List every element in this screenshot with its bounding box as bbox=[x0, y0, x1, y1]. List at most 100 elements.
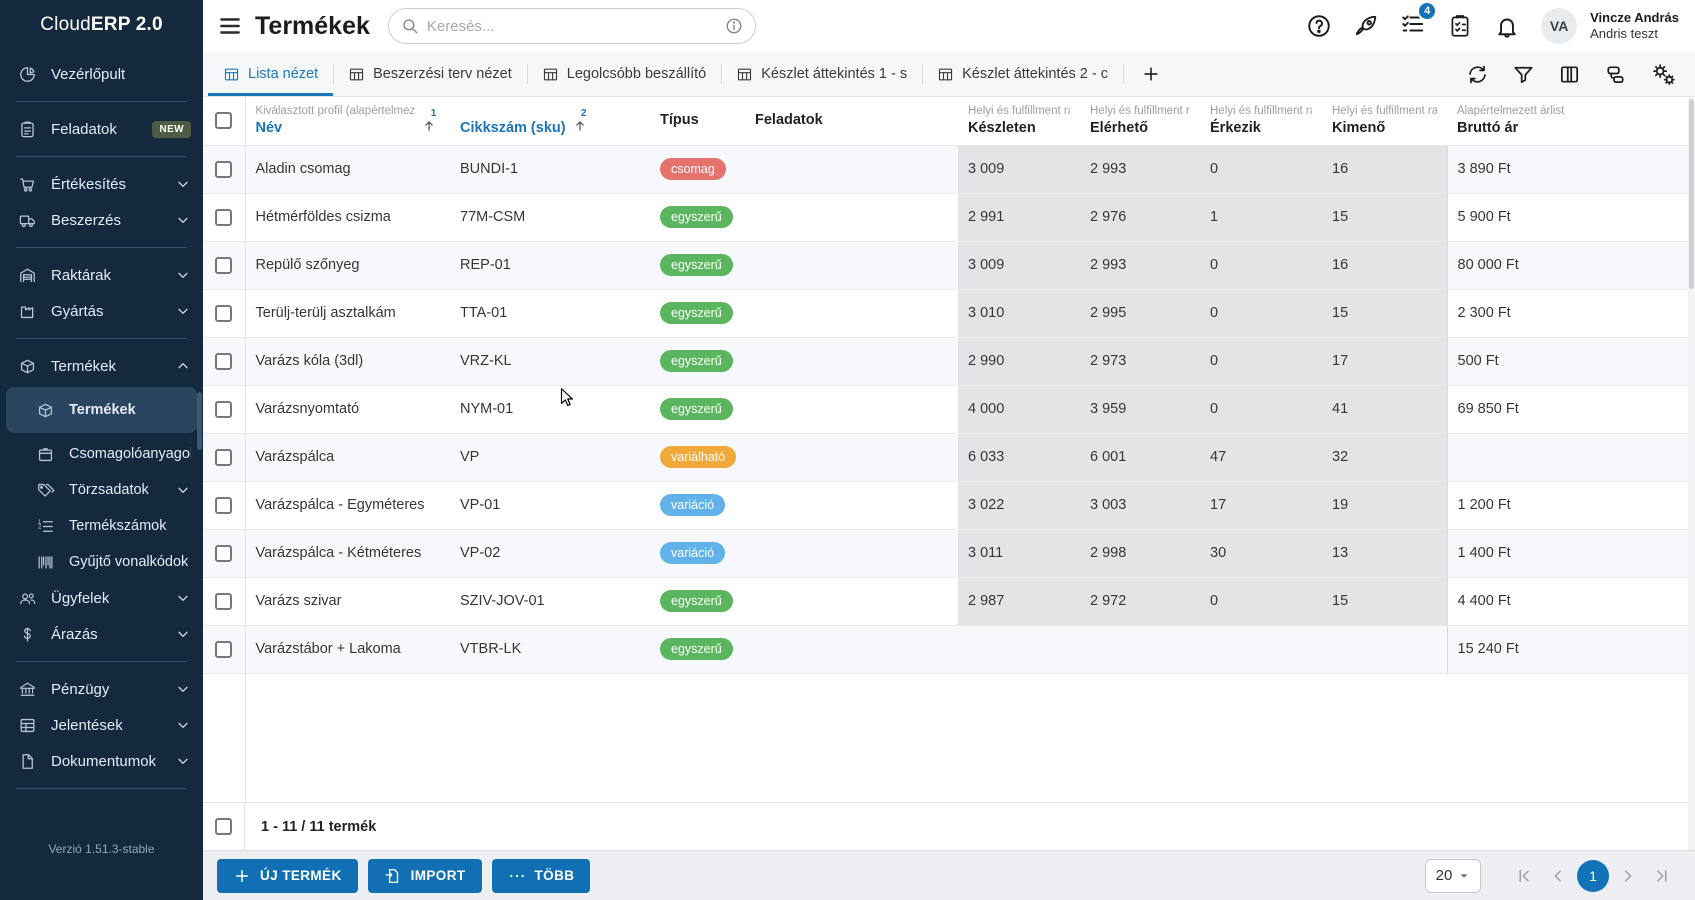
scrollbar-thumb[interactable] bbox=[1689, 99, 1694, 289]
more-button[interactable]: TÖBB bbox=[492, 859, 591, 893]
sidebar-item-gyartas[interactable]: Gyártás bbox=[0, 293, 203, 329]
sidebar-item-feladatok[interactable]: FeladatokNEW bbox=[0, 111, 203, 147]
sidebar-item-termekek-lista[interactable]: Termékek bbox=[6, 387, 197, 433]
table-row[interactable]: Varázspálca - EgyméteresVP-01variáció3 0… bbox=[203, 481, 1688, 529]
last-page-button[interactable] bbox=[1645, 859, 1679, 893]
tab-lista-nezet[interactable]: Lista nézet bbox=[208, 52, 333, 96]
row-checkbox[interactable] bbox=[215, 449, 232, 466]
settings-gears-icon[interactable] bbox=[1650, 61, 1677, 88]
product-name-cell[interactable]: Repülő szőnyeg bbox=[245, 241, 450, 289]
clipboard-icon[interactable] bbox=[1447, 13, 1473, 39]
column-header-nev[interactable]: Kiválasztott profil (alapértelmezNév1 bbox=[245, 97, 450, 145]
user-info[interactable]: Vincze András Andris teszt bbox=[1590, 10, 1679, 43]
product-name-cell[interactable]: Aladin csomag bbox=[245, 145, 450, 193]
table-row[interactable]: Varázs szivarSZIV-JOV-01egyszerű2 9872 9… bbox=[203, 577, 1688, 625]
product-name-cell[interactable]: Varázs kóla (3dl) bbox=[245, 337, 450, 385]
prev-page-button[interactable] bbox=[1541, 859, 1575, 893]
column-header-erkezik[interactable]: Helyi és fulfillment ralÉrkezik bbox=[1200, 97, 1322, 145]
sidebar-item-gyujto-vonalkodok[interactable]: Gyűjtő vonalkódok bbox=[0, 544, 203, 580]
sidebar-item-ertekesites[interactable]: Értékesítés bbox=[0, 166, 203, 202]
column-header-brutto-ar[interactable]: Alapértelmezett árlistBruttó ár bbox=[1447, 97, 1688, 145]
column-header-tipus[interactable]: Típus bbox=[650, 97, 745, 145]
group-layout-icon[interactable] bbox=[1604, 63, 1627, 86]
incoming-cell: 0 bbox=[1200, 337, 1322, 385]
product-name-cell[interactable]: Varázspálca - Egyméteres bbox=[245, 481, 450, 529]
new-badge: NEW bbox=[152, 121, 191, 138]
menu-icon[interactable] bbox=[217, 13, 243, 39]
row-checkbox[interactable] bbox=[215, 161, 232, 178]
filter-icon[interactable] bbox=[1512, 63, 1535, 86]
table-row[interactable]: Varázstábor + LakomaVTBR-LKegyszerű15 24… bbox=[203, 625, 1688, 673]
table-row[interactable]: Varázs kóla (3dl)VRZ-KLegyszerű2 9902 97… bbox=[203, 337, 1688, 385]
sidebar-item-ugyfelek[interactable]: Ügyfelek bbox=[0, 580, 203, 616]
table-row[interactable]: Hétmérföldes csizma77M-CSMegyszerű2 9912… bbox=[203, 193, 1688, 241]
task-list-button[interactable]: 4 bbox=[1400, 11, 1426, 42]
sidebar-item-csomagoloanyagok[interactable]: Csomagolóanyagok bbox=[0, 436, 203, 472]
import-button[interactable]: IMPORT bbox=[368, 859, 482, 893]
vertical-scrollbar[interactable] bbox=[1688, 97, 1695, 850]
table-row[interactable]: Aladin csomagBUNDI-1csomag3 0092 9930163… bbox=[203, 145, 1688, 193]
tab-legolcsobb-beszallito[interactable]: Legolcsóbb beszállító bbox=[527, 52, 721, 96]
sidebar-item-termekek[interactable]: Termékek bbox=[0, 348, 203, 384]
product-name-cell[interactable]: Varázspálca bbox=[245, 433, 450, 481]
search-info-icon[interactable] bbox=[725, 17, 743, 35]
first-page-button[interactable] bbox=[1507, 859, 1541, 893]
sidebar-item-arazas[interactable]: Árazás bbox=[0, 616, 203, 652]
help-icon[interactable] bbox=[1306, 13, 1332, 39]
row-checkbox[interactable] bbox=[215, 593, 232, 610]
table-row[interactable]: Varázspálca - KétméteresVP-02variáció3 0… bbox=[203, 529, 1688, 577]
rocket-icon[interactable] bbox=[1353, 13, 1379, 39]
product-name-cell[interactable]: Varázstábor + Lakoma bbox=[245, 625, 450, 673]
row-checkbox[interactable] bbox=[215, 497, 232, 514]
select-all-checkbox[interactable] bbox=[215, 112, 232, 129]
sidebar-item-beszerzes[interactable]: Beszerzés bbox=[0, 202, 203, 238]
row-checkbox[interactable] bbox=[215, 353, 232, 370]
column-header-keszleten[interactable]: Helyi és fulfillment ralKészleten bbox=[958, 97, 1080, 145]
product-name-cell[interactable]: Terülj-terülj asztalkám bbox=[245, 289, 450, 337]
sort-indicator[interactable]: 1 bbox=[422, 109, 436, 133]
add-view-button[interactable] bbox=[1123, 52, 1179, 96]
column-header-elerheto[interactable]: Helyi és fulfillment ralElérhető bbox=[1080, 97, 1200, 145]
product-name-cell[interactable]: Varázspálca - Kétméteres bbox=[245, 529, 450, 577]
incoming-cell: 0 bbox=[1200, 241, 1322, 289]
column-header-feladatok[interactable]: Feladatok bbox=[745, 97, 958, 145]
sidebar-item-jelentesek[interactable]: Jelentések bbox=[0, 707, 203, 743]
search-box[interactable] bbox=[388, 8, 756, 44]
table-row[interactable]: Repülő szőnyegREP-01egyszerű3 0092 99301… bbox=[203, 241, 1688, 289]
sort-indicator[interactable]: 2 bbox=[573, 109, 587, 133]
product-name-cell[interactable]: Varázs szivar bbox=[245, 577, 450, 625]
new-product-button[interactable]: ÚJ TERMÉK bbox=[217, 859, 358, 893]
sidebar-item-dokumentumok[interactable]: Dokumentumok bbox=[0, 743, 203, 779]
refresh-icon[interactable] bbox=[1466, 63, 1489, 86]
column-header-kimeno[interactable]: Helyi és fulfillment ralKimenő bbox=[1322, 97, 1447, 145]
tab-beszerzesi-terv-nezet[interactable]: Beszerzési terv nézet bbox=[333, 52, 527, 96]
columns-icon[interactable] bbox=[1558, 63, 1581, 86]
row-checkbox[interactable] bbox=[215, 305, 232, 322]
user-avatar[interactable]: VA bbox=[1541, 8, 1577, 44]
column-header-cikkszam[interactable]: Cikkszám (sku)2 bbox=[450, 97, 650, 145]
current-page-button[interactable]: 1 bbox=[1577, 860, 1609, 892]
product-name-cell[interactable]: Varázsnyomtató bbox=[245, 385, 450, 433]
table-row[interactable]: VarázspálcaVPvariálható6 0336 0014732 bbox=[203, 433, 1688, 481]
sidebar-item-torzsadatok[interactable]: Törzsadatok bbox=[0, 472, 203, 508]
row-checkbox[interactable] bbox=[215, 209, 232, 226]
sidebar-item-termekszamok[interactable]: 12Termékszámok bbox=[0, 508, 203, 544]
search-input[interactable] bbox=[427, 18, 717, 35]
tab-keszlet-attekintes-2[interactable]: Készlet áttekintés 2 - c bbox=[922, 52, 1123, 96]
page-size-select[interactable]: 20 bbox=[1425, 859, 1481, 893]
row-checkbox[interactable] bbox=[215, 401, 232, 418]
tab-keszlet-attekintes-1[interactable]: Készlet áttekintés 1 - s bbox=[721, 52, 922, 96]
product-name-cell[interactable]: Hétmérföldes csizma bbox=[245, 193, 450, 241]
table-row[interactable]: Terülj-terülj asztalkámTTA-01egyszerű3 0… bbox=[203, 289, 1688, 337]
select-all-checkbox[interactable] bbox=[215, 818, 232, 835]
sidebar-item-penzugy[interactable]: Pénzügy bbox=[0, 671, 203, 707]
next-page-button[interactable] bbox=[1611, 859, 1645, 893]
sidebar-scrollbar-thumb[interactable] bbox=[197, 392, 202, 450]
notifications-bell-icon[interactable] bbox=[1494, 13, 1520, 39]
sidebar-item-vezerlopult[interactable]: Vezérlőpult bbox=[0, 56, 203, 92]
table-row[interactable]: VarázsnyomtatóNYM-01egyszerű4 0003 95904… bbox=[203, 385, 1688, 433]
row-checkbox[interactable] bbox=[215, 257, 232, 274]
row-checkbox[interactable] bbox=[215, 641, 232, 658]
sidebar-item-raktarak[interactable]: Raktárak bbox=[0, 257, 203, 293]
row-checkbox[interactable] bbox=[215, 545, 232, 562]
